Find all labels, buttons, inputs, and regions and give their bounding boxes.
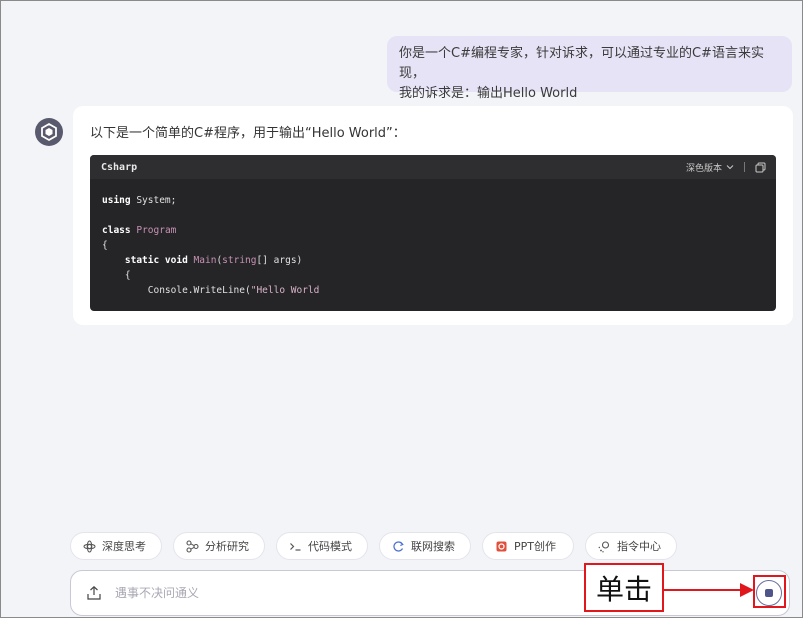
command-center-icon xyxy=(598,540,610,552)
code-type: Program xyxy=(136,225,177,236)
code-text: System; xyxy=(130,195,177,206)
upload-icon[interactable] xyxy=(86,585,102,601)
code-keyword: static void xyxy=(124,255,188,266)
assistant-message-card: 以下是一个简单的C#程序，用于输出“Hello World”： Csharp 深… xyxy=(73,106,793,325)
chevron-down-icon xyxy=(726,165,734,170)
code-type: string xyxy=(222,255,257,266)
chat-input[interactable] xyxy=(115,582,575,604)
terminal-icon xyxy=(290,542,301,551)
code-text: [] args) xyxy=(256,255,303,266)
user-message-bubble: 你是一个C#编程专家，针对诉求，可以通过专业的C#语言来实现， 我的诉求是：输出… xyxy=(387,36,792,101)
deep-think-icon xyxy=(83,540,96,552)
code-text: { xyxy=(102,270,131,281)
ppt-icon xyxy=(496,541,507,551)
chip-ppt[interactable]: PPT创作 xyxy=(482,532,574,560)
code-theme-dropdown[interactable]: 深色版本 xyxy=(686,161,734,174)
code-text: Console.WriteLine( xyxy=(102,285,251,296)
chip-label: 代码模式 xyxy=(308,540,352,553)
chip-web-search[interactable]: 联网搜索 xyxy=(379,532,471,560)
code-string: "Hello World xyxy=(250,285,320,296)
chip-label: PPT创作 xyxy=(514,540,556,553)
code-function: Main xyxy=(193,255,217,266)
code-block: Csharp 深色版本 using System; class Program … xyxy=(90,155,776,311)
code-content: using System; class Program { static voi… xyxy=(102,195,320,296)
code-tools: 深色版本 xyxy=(686,161,766,174)
user-message-line-2: 我的诉求是：输出Hello World xyxy=(399,86,578,101)
code-text: { xyxy=(102,240,108,251)
annotation-arrow-icon xyxy=(664,583,754,597)
assistant-intro-text: 以下是一个简单的C#程序，用于输出“Hello World”： xyxy=(90,126,406,141)
web-search-icon xyxy=(393,540,404,552)
user-message-line-1: 你是一个C#编程专家，针对诉求，可以通过专业的C#语言来实现， xyxy=(399,46,764,81)
code-keyword: class xyxy=(102,225,131,236)
stop-icon xyxy=(765,589,773,597)
stop-button[interactable] xyxy=(756,580,782,606)
chip-analysis[interactable]: 分析研究 xyxy=(173,532,265,560)
chip-label: 联网搜索 xyxy=(411,540,455,553)
chip-command-center[interactable]: 指令中心 xyxy=(585,532,677,560)
chip-label: 指令中心 xyxy=(617,540,661,553)
chip-label: 分析研究 xyxy=(205,540,249,553)
chip-label: 深度思考 xyxy=(102,540,146,553)
chip-deep-think[interactable]: 深度思考 xyxy=(70,532,162,560)
chip-code-mode[interactable]: 代码模式 xyxy=(276,532,368,560)
annotation-click-label: 单击 xyxy=(584,563,664,612)
code-theme-label: 深色版本 xyxy=(685,163,722,174)
analysis-icon xyxy=(186,539,199,553)
assistant-logo-icon xyxy=(35,118,63,146)
code-keyword: using xyxy=(102,195,131,206)
code-tools-divider xyxy=(744,162,745,172)
code-language-label: Csharp xyxy=(101,161,138,173)
copy-icon[interactable] xyxy=(755,162,766,173)
code-block-header: Csharp 深色版本 xyxy=(90,155,776,179)
